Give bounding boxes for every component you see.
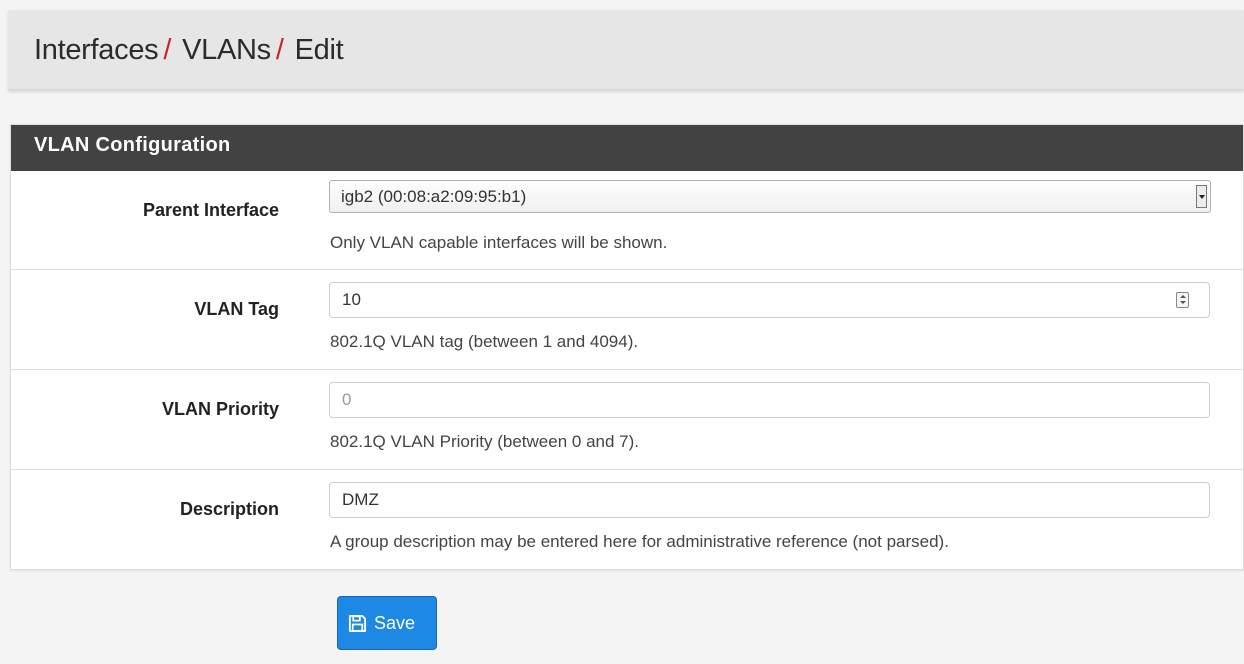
save-button-label: Save <box>374 612 416 633</box>
parent-interface-selected-value: igb2 (00:08:a2:09:95:b1) <box>341 187 527 206</box>
vlan-tag-label: VLAN Tag <box>194 299 279 319</box>
description-help: A group description may be entered here … <box>330 532 949 551</box>
breadcrumb-bar: Interfaces / VLANs / Edit <box>8 10 1244 90</box>
vlan-priority-label: VLAN Priority <box>161 399 279 419</box>
panel-title: VLAN Configuration <box>11 125 1243 171</box>
vlan-priority-input[interactable]: 0 <box>329 382 1210 418</box>
vlan-configuration-panel: VLAN Configuration Parent Interface igb2… <box>10 124 1244 570</box>
description-value: DMZ <box>342 490 379 509</box>
parent-interface-help: Only VLAN capable interfaces will be sho… <box>330 233 668 252</box>
breadcrumb-separator: / <box>163 34 172 66</box>
breadcrumb-item-vlans[interactable]: VLANs <box>182 34 271 66</box>
save-button[interactable]: Save <box>337 596 437 650</box>
vlan-tag-help: 802.1Q VLAN tag (between 1 and 4094). <box>330 332 639 351</box>
number-spinner-icon[interactable] <box>1176 292 1189 308</box>
parent-interface-label: Parent Interface <box>142 200 279 220</box>
chevron-down-icon[interactable] <box>1196 185 1207 208</box>
vlan-tag-input[interactable]: 10 <box>329 282 1210 318</box>
description-input[interactable]: DMZ <box>329 482 1210 518</box>
description-label: Description <box>179 499 279 519</box>
form-row-vlan-tag: VLAN Tag 10 802.1Q VLAN tag (between 1 a… <box>11 270 1243 370</box>
page: Interfaces / VLANs / Edit VLAN Configuration… <box>0 0 1244 664</box>
breadcrumb-item-interfaces[interactable]: Interfaces <box>34 34 159 66</box>
breadcrumb-item-edit: Edit <box>294 34 344 66</box>
breadcrumb: Interfaces / VLANs / Edit <box>34 34 344 67</box>
form-row-vlan-priority: VLAN Priority 0 802.1Q VLAN Priority (be… <box>11 370 1243 470</box>
breadcrumb-separator: / <box>275 34 284 66</box>
vlan-priority-help: 802.1Q VLAN Priority (between 0 and 7). <box>330 432 639 451</box>
parent-interface-select[interactable]: igb2 (00:08:a2:09:95:b1) <box>329 180 1211 213</box>
form-row-parent-interface: Parent Interface igb2 (00:08:a2:09:95:b1… <box>11 171 1243 270</box>
vlan-priority-placeholder: 0 <box>342 390 352 409</box>
save-icon <box>348 614 367 633</box>
form-row-description: Description DMZ A group description may … <box>11 470 1243 570</box>
vlan-tag-value: 10 <box>342 290 361 309</box>
